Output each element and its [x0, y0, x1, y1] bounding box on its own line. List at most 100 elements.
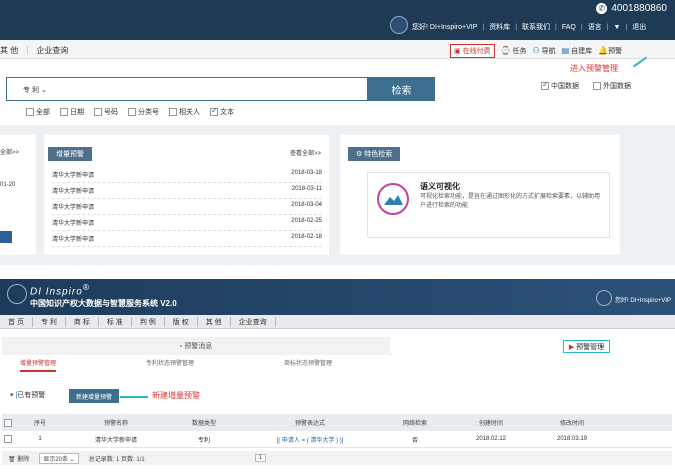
nav-standard[interactable]: 标 准 [99, 317, 132, 327]
user-links: 您好! DI+Inspiro+VIP | 资料库 | 联系我们 | FAQ | … [412, 22, 647, 32]
filter-text[interactable]: 文本 [210, 106, 234, 117]
nav-trademark[interactable]: 商 标 [66, 317, 99, 327]
subtab-patent-status[interactable]: 专利状态预警管理 [146, 358, 194, 372]
search-field-filters: 全部 日期 号码 分类号 相关人 文本 [26, 106, 234, 117]
filter-date[interactable]: 日期 [60, 107, 84, 117]
table-header: 序号 预警名称 数据类型 预警表达式 网络检索 创建时间 修改时间 [2, 414, 672, 431]
semantic-visual-card[interactable]: 语义可视化 可视化检索功能，是旨在通过图形化的方式扩展检索要素，以辅助用户进行检… [367, 172, 610, 238]
nav-copyright[interactable]: 版 权 [165, 317, 198, 327]
hotline: ✆ 4001880860 [596, 3, 667, 14]
filter-number[interactable]: 号码 [94, 107, 118, 117]
link-logout[interactable]: 退出 [632, 22, 646, 32]
list-item[interactable]: 清华大学新申请 2018-02-25 [52, 215, 322, 231]
nav-home[interactable]: 首 页 [0, 317, 33, 327]
filter-class[interactable]: 分类号 [128, 107, 159, 117]
option-foreign-data[interactable]: 外国数据 [593, 81, 631, 91]
chevron-down-icon: ⌄ [69, 456, 75, 463]
subtab-trademark-status[interactable]: 商标状态预警管理 [284, 358, 332, 372]
table-row[interactable]: 1 清华大学新申请 专利 [( 申请人 = ( 清华大学 ) )] 否 2018… [2, 431, 672, 448]
flag-icon: ▶ [568, 343, 575, 351]
link-faq[interactable]: FAQ [562, 24, 576, 31]
search-input[interactable]: 专 利 ⌄ [6, 77, 368, 101]
nav-patent[interactable]: 专 利 [33, 317, 66, 327]
date-fragment: 01-20 [0, 182, 16, 188]
user-logo-icon [390, 16, 408, 34]
left-panel-fragment: 全部>> 01-20 [0, 135, 36, 255]
view-all-link-left[interactable]: 全部>> [0, 147, 19, 156]
user-greeting[interactable]: 您好! DI+Inspiro+VIP [412, 22, 477, 32]
task-button[interactable]: ⌚ 任务 [501, 46, 527, 56]
filter-person[interactable]: 相关人 [169, 107, 200, 117]
list-item[interactable]: 清华大学新申请 2018-03-18 [52, 167, 322, 183]
bell-icon: 🔔 [598, 46, 609, 55]
page-number-button[interactable]: 1 [254, 454, 267, 462]
system-nav: 首 页 专 利 商 标 标 准 判 例 版 权 其 他 企业查询 [0, 315, 675, 329]
search-button[interactable]: 检索 [368, 77, 435, 101]
link-database[interactable]: 资料库 [489, 22, 510, 32]
annotation-enter-alert: 进入预警管理 [570, 64, 618, 73]
annotation-new-alert: 新建增量预警 [152, 391, 200, 400]
record-summary: 总记录数: 1 页数: 1/1 [88, 456, 145, 463]
alert-button[interactable]: 🔔预警 [598, 46, 622, 56]
checkbox[interactable] [169, 108, 177, 117]
alert-management-highlight[interactable]: ▶ 预警管理 [563, 340, 610, 353]
checkbox[interactable] [60, 108, 68, 117]
checkbox-checked[interactable] [210, 106, 218, 117]
incremental-alert-list: 清华大学新申请 2018-03-18 清华大学新申请 2018-03-11 清华大学… [52, 167, 322, 247]
page-size-select[interactable]: 显示20条 ⌄ [39, 452, 79, 464]
checkbox[interactable] [94, 108, 102, 117]
nav-other[interactable]: 其 他 [0, 45, 18, 56]
gear-icon: ⚙ [356, 151, 363, 158]
alert-tabs: ▪ 预警消息 ▶ 预警管理 [2, 337, 672, 355]
main-nav: 其 他 | 企业查询 ▣ 在线付费 ⌚ 任务 ⚇ 导航 ▤ 自建库 🔔预警 [0, 40, 675, 59]
view-all-link[interactable]: 查看全部>> [290, 148, 321, 157]
system-title: 中国知识产权大数据与智慧服务系统 V2.0 [30, 299, 177, 308]
mountain-icon [377, 183, 409, 215]
tab-alert-management[interactable]: ▶ 预警管理 [392, 337, 672, 355]
hotline-number: 4001880860 [611, 3, 667, 14]
nav-other[interactable]: 其 他 [198, 317, 231, 327]
row-checkbox[interactable] [4, 435, 12, 443]
user-greeting[interactable]: 您好! DI+Inspiro+VIP [615, 295, 671, 304]
subtab-incremental[interactable]: 增量预警管理 [20, 358, 57, 372]
nav-case[interactable]: 判 例 [132, 317, 165, 327]
database-icon: ▤ [561, 46, 570, 55]
system-nav-items: 首 页 专 利 商 标 标 准 判 例 版 权 其 他 企业查询 [0, 317, 276, 327]
new-alert-button[interactable]: 新建增量预警 [69, 389, 119, 403]
existing-alerts-header: ▾ |已有预警 [10, 392, 46, 399]
alert-table: 序号 预警名称 数据类型 预警表达式 网络检索 创建时间 修改时间 1 清华大学… [2, 414, 672, 448]
checkbox-checked[interactable] [541, 80, 549, 91]
semantic-visual-title: 语义可视化 [420, 182, 460, 191]
main-nav-right: ▣ 在线付费 ⌚ 任务 ⚇ 导航 ▤ 自建库 🔔预警 [450, 44, 622, 58]
pay-online-button[interactable]: ▣ 在线付费 [450, 44, 495, 58]
incremental-alert-panel: 增量预警 查看全部>> 清华大学新申请 2018-03-18 清华大学新申请 201… [44, 135, 329, 255]
user-logo-icon [596, 290, 612, 306]
semantic-visual-desc: 可视化检索功能，是旨在通过图形化的方式扩展检索要素，以辅助用户进行检索的功能 [420, 194, 601, 209]
data-source-options: 中国数据 外国数据 [541, 80, 631, 91]
delete-button[interactable]: 🗑 删除 [8, 454, 29, 463]
checkbox[interactable] [26, 108, 34, 117]
link-contact[interactable]: 联系我们 [522, 22, 550, 32]
filter-all[interactable]: 全部 [26, 107, 50, 117]
nav-company-query[interactable]: 企业查询 [36, 45, 68, 56]
search-type-select[interactable]: 专 利 ⌄ [23, 85, 47, 95]
select-all-checkbox[interactable] [4, 418, 12, 427]
list-item[interactable]: 清华大学新申请 2018-03-11 [52, 183, 322, 199]
annotation-arrow [120, 396, 148, 398]
list-item[interactable]: 清华大学新申请 2018-03-04 [52, 199, 322, 215]
main-nav-left: 其 他 | 企业查询 [0, 45, 69, 56]
nav-company-query[interactable]: 企业查询 [231, 317, 276, 327]
collapse-icon[interactable]: ▾ [10, 392, 14, 399]
self-db-button[interactable]: ▤ 自建库 [562, 46, 593, 56]
navigation-button[interactable]: ⚇ 导航 [533, 46, 556, 56]
checkbox[interactable] [593, 82, 601, 91]
alert-subtabs: 增量预警管理 专利状态预警管理 商标状态预警管理 [2, 358, 672, 372]
tab-alert-messages[interactable]: ▪ 预警消息 [2, 337, 390, 355]
checkbox[interactable] [128, 108, 136, 117]
language-caret-icon[interactable]: ▼ [614, 24, 621, 31]
list-item[interactable]: 清华大学新申请 2018-02-18 [52, 231, 322, 247]
link-language[interactable]: 语言 [588, 22, 602, 32]
brand-name: DI Inspiro® [30, 282, 90, 298]
option-china-data[interactable]: 中国数据 [541, 80, 579, 91]
brand-logo-icon [7, 284, 27, 304]
